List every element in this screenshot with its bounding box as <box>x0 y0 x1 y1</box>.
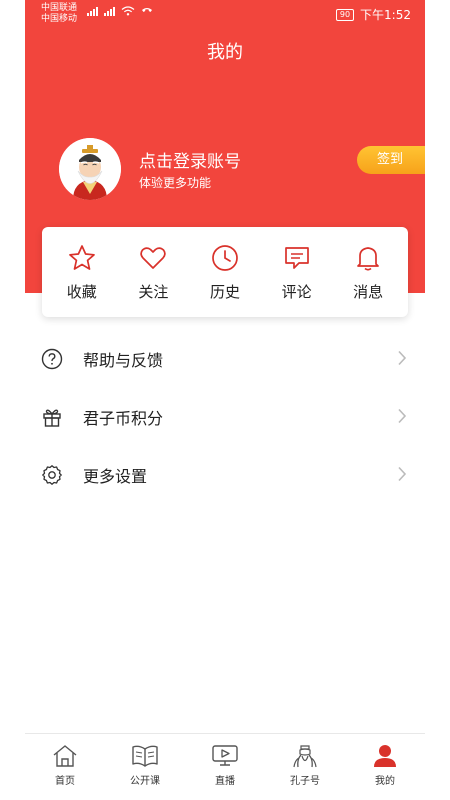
nav-confucius[interactable]: 孔子号 <box>270 743 340 800</box>
quick-following[interactable]: 关注 <box>121 243 185 302</box>
wifi-icon <box>121 6 135 16</box>
star-icon <box>68 244 95 270</box>
clock-icon <box>212 244 238 271</box>
heart-icon <box>140 246 167 269</box>
bell-icon <box>357 246 380 271</box>
signal-icons <box>87 6 153 16</box>
app-screen: 中国联通 中国移动 90 下午1:52 我的 点击登录账号 体验更多功能 签到 … <box>25 0 425 800</box>
signal-icon <box>87 6 98 16</box>
nav-label: 公开课 <box>130 776 160 787</box>
confucius-avatar-icon <box>59 138 121 200</box>
nav-open-courses[interactable]: 公开课 <box>110 743 180 800</box>
chevron-right-icon <box>398 350 407 366</box>
nav-label: 孔子号 <box>290 776 320 787</box>
settings-menu: 帮助与反馈 君子币积分 更多设置 <box>25 330 425 504</box>
quick-label: 评论 <box>281 282 312 301</box>
chevron-right-icon <box>398 408 407 424</box>
battery-icon: 90 <box>335 8 355 21</box>
status-right: 90 下午1:52 <box>335 6 411 23</box>
nav-label: 首页 <box>55 776 75 787</box>
quick-label: 历史 <box>209 282 240 301</box>
quick-favorites[interactable]: 收藏 <box>50 243 114 302</box>
nav-mine[interactable]: 我的 <box>350 743 420 800</box>
quick-label: 消息 <box>353 282 384 301</box>
page-title: 我的 <box>207 42 243 63</box>
nav-label: 我的 <box>375 776 395 787</box>
carrier-info: 中国联通 中国移动 <box>41 3 77 25</box>
carrier-1: 中国联通 <box>41 3 78 13</box>
confucius-icon <box>293 745 317 768</box>
login-subtitle: 体验更多功能 <box>139 176 212 190</box>
comment-icon <box>284 246 309 269</box>
bottom-nav: 首页 公开课 直播 孔子号 我的 <box>25 733 425 800</box>
status-bar: 中国联通 中国移动 90 下午1:52 <box>25 0 425 26</box>
menu-label: 帮助与反馈 <box>83 351 164 370</box>
signal-icon <box>104 6 115 16</box>
nav-live[interactable]: 直播 <box>190 743 260 800</box>
gear-icon <box>42 465 62 485</box>
person-icon <box>374 745 396 767</box>
quick-label: 关注 <box>138 282 169 301</box>
home-icon <box>53 745 77 767</box>
avatar[interactable] <box>59 138 121 200</box>
gift-icon <box>43 409 61 427</box>
help-icon <box>41 348 63 370</box>
nav-label: 直播 <box>215 776 235 787</box>
menu-help-feedback[interactable]: 帮助与反馈 <box>25 330 425 388</box>
chevron-right-icon <box>398 466 407 482</box>
menu-coin-points[interactable]: 君子币积分 <box>25 388 425 446</box>
signin-button[interactable]: 签到 <box>357 146 425 174</box>
menu-label: 更多设置 <box>83 467 148 486</box>
login-prompt[interactable]: 点击登录账号 <box>139 147 241 172</box>
carrier-2: 中国移动 <box>41 14 78 24</box>
quick-actions-card: 收藏 关注 历史 评论 消息 <box>42 227 408 317</box>
clock-time: 下午1:52 <box>360 8 411 22</box>
book-icon <box>132 745 158 767</box>
quick-messages[interactable]: 消息 <box>336 243 400 302</box>
menu-more-settings[interactable]: 更多设置 <box>25 446 425 504</box>
quick-comments[interactable]: 评论 <box>265 243 329 302</box>
quick-label: 收藏 <box>66 282 97 301</box>
phone-icon <box>142 8 152 12</box>
menu-label: 君子币积分 <box>83 409 164 428</box>
nav-home[interactable]: 首页 <box>30 743 100 800</box>
quick-history[interactable]: 历史 <box>193 243 257 302</box>
live-icon <box>212 745 238 766</box>
